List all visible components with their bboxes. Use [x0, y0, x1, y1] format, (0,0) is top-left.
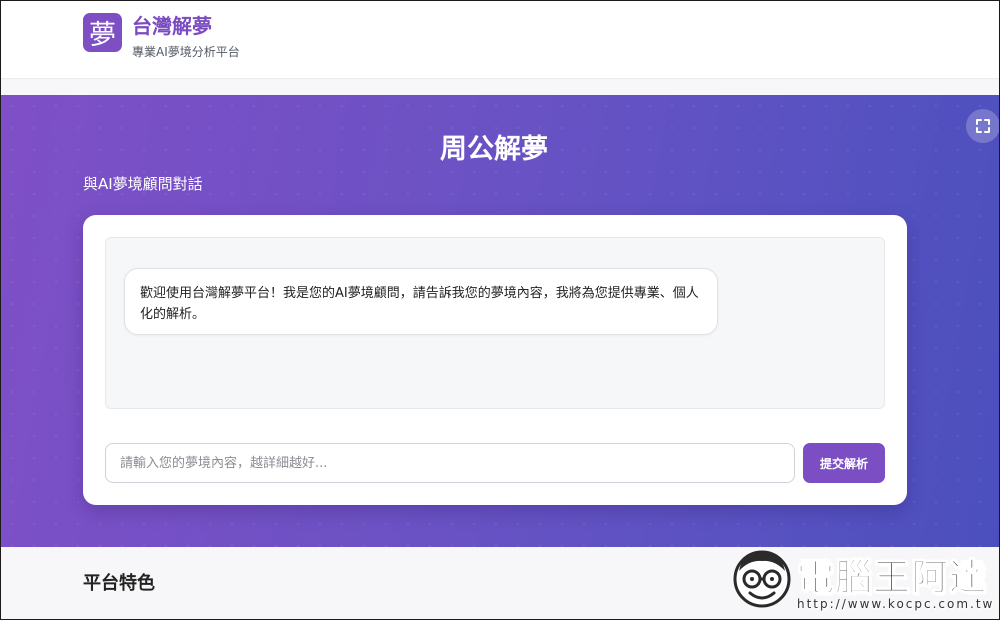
assistant-message: 歡迎使用台灣解夢平台！我是您的AI夢境顧問，請告訴我您的夢境內容，我將為您提供專… [124, 268, 718, 335]
logo[interactable]: 夢 [83, 13, 122, 52]
page: 夢 台灣解夢 專業AI夢境分析平台 周公解夢 與AI夢境顧問對話 歡迎使用台灣解… [0, 0, 1000, 620]
watermark-name: 電腦王阿達 [797, 556, 987, 600]
brand-subtitle: 專業AI夢境分析平台 [132, 45, 240, 59]
page-title: 周公解夢 [440, 134, 548, 165]
hero-subtitle: 與AI夢境顧問對話 [83, 175, 203, 193]
watermark-url: http://www.kocpc.com.tw [797, 597, 995, 611]
mascot-face-icon [733, 550, 791, 608]
chat-message-area[interactable]: 歡迎使用台灣解夢平台！我是您的AI夢境顧問，請告訴我您的夢境內容，我將為您提供專… [105, 237, 885, 409]
chat-card: 歡迎使用台灣解夢平台！我是您的AI夢境顧問，請告訴我您的夢境內容，我將為您提供專… [83, 215, 907, 505]
watermark: 電腦王阿達 http://www.kocpc.com.tw [729, 541, 995, 617]
brand-title[interactable]: 台灣解夢 [132, 10, 212, 39]
dream-input[interactable] [105, 443, 795, 483]
site-header: 夢 台灣解夢 專業AI夢境分析平台 [1, 1, 999, 79]
submit-analysis-button[interactable]: 提交解析 [803, 443, 885, 483]
features-heading: 平台特色 [83, 573, 155, 594]
